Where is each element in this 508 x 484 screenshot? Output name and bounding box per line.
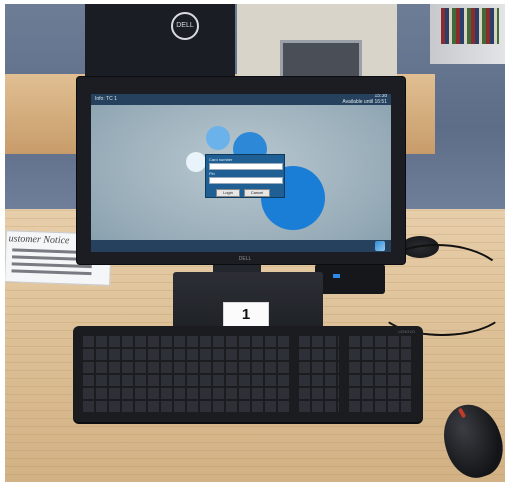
mini-pc — [315, 264, 385, 294]
card-number-input[interactable] — [209, 163, 283, 170]
cancel-button[interactable]: Cancel — [244, 189, 270, 197]
pin-label: Pin — [209, 171, 215, 176]
keyboard-brand: LENOVO — [398, 329, 415, 334]
main-keys[interactable] — [83, 336, 289, 412]
books — [441, 8, 499, 44]
navigation-keys[interactable] — [299, 336, 339, 412]
decorative-circle — [186, 152, 206, 172]
top-status-bar: Info: TC 1 15:38 Available until 16:51 — [91, 94, 391, 105]
dell-logo-icon: DELL — [238, 256, 252, 262]
dell-logo-icon: DELL — [171, 12, 199, 40]
numpad-keys[interactable] — [349, 336, 411, 412]
card-number-label: Card number — [209, 157, 233, 162]
session-info: 15:38 Available until 16:51 — [342, 94, 387, 105]
background-monitor: DELL — [85, 4, 235, 79]
photo: DELL ustomer Notice 1 DELL Info: TC 1 15… — [5, 4, 505, 482]
station-number-label: 1 — [223, 302, 269, 328]
bookshelf — [430, 4, 505, 64]
availability-text: Available until 16:51 — [342, 98, 387, 105]
bottom-bar — [91, 240, 391, 252]
pin-input[interactable] — [209, 177, 283, 184]
monitor-screen: Info: TC 1 15:38 Available until 16:51 C… — [91, 94, 391, 252]
keyboard[interactable]: LENOVO — [73, 326, 423, 422]
terminal-info: Info: TC 1 — [95, 96, 117, 102]
library-logo-icon — [375, 241, 385, 251]
usb-port-icon — [333, 274, 340, 278]
login-dialog: Card number Pin Login Cancel — [205, 154, 285, 198]
decorative-circle — [206, 126, 230, 150]
login-button[interactable]: Login — [216, 189, 240, 197]
